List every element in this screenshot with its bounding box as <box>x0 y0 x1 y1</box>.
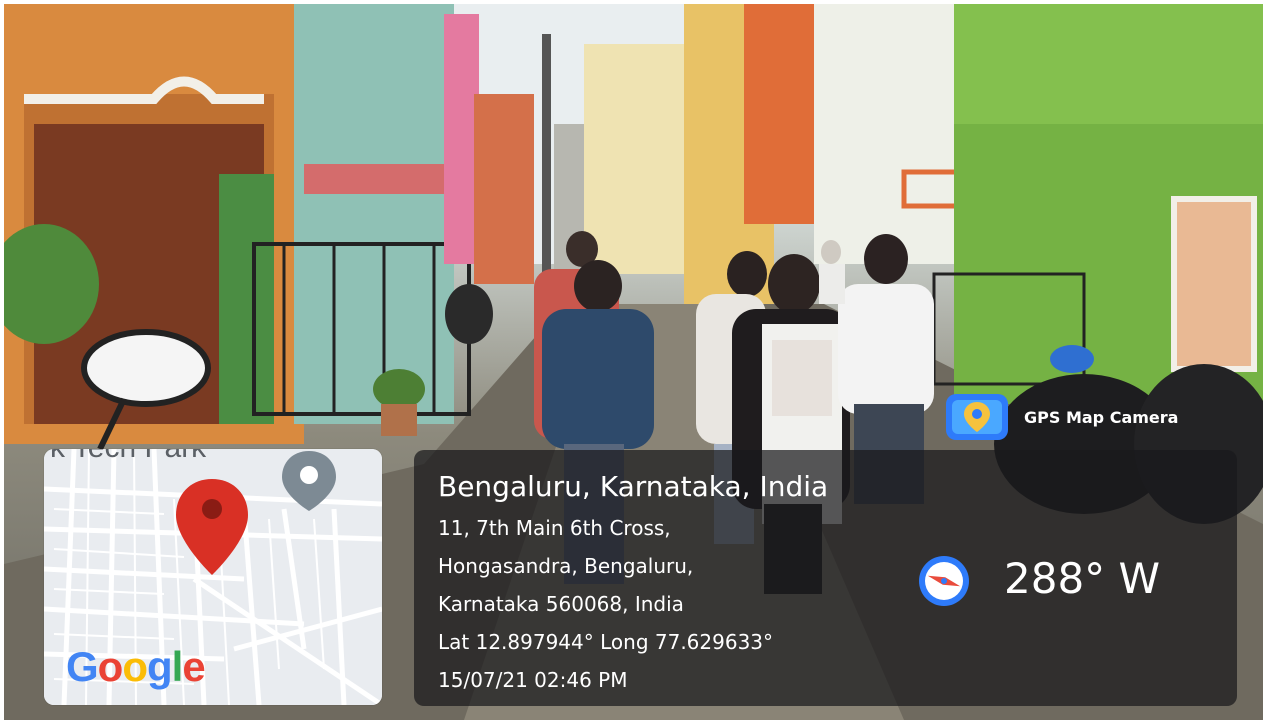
address-line-1: 11, 7th Main 6th Cross, <box>438 516 671 540</box>
google-logo: Google <box>66 643 206 691</box>
google-letter-l: l <box>171 643 184 690</box>
address-line-2: Hongasandra, Bengaluru, <box>438 554 694 578</box>
google-letter-o1: o <box>97 643 124 690</box>
map-place-label: k Tech Park <box>50 449 206 465</box>
location-title: Bengaluru, Karnataka, India <box>438 470 829 503</box>
address-line-3: Karnataka 560068, India <box>438 592 684 616</box>
location-info-panel: Bengaluru, Karnataka, India 11, 7th Main… <box>414 450 1237 706</box>
google-letter-e: e <box>182 643 205 690</box>
coordinates: Lat 12.897944° Long 77.629633° <box>438 630 774 654</box>
google-letter-g1: G <box>66 643 99 690</box>
street-photo: k Tech Park Google Bengaluru, Karnataka,… <box>4 4 1263 720</box>
map-thumbnail[interactable]: k Tech Park Google <box>44 449 382 705</box>
compass-heading: 288° W <box>1004 554 1161 603</box>
compass-icon <box>919 556 969 606</box>
google-letter-g2: g <box>146 643 173 690</box>
datetime-stamp: 15/07/21 02:46 PM <box>438 668 628 692</box>
google-letter-o2: o <box>122 643 148 690</box>
gps-map-camera-icon <box>946 394 1008 440</box>
app-name-label: GPS Map Camera <box>1024 408 1179 427</box>
